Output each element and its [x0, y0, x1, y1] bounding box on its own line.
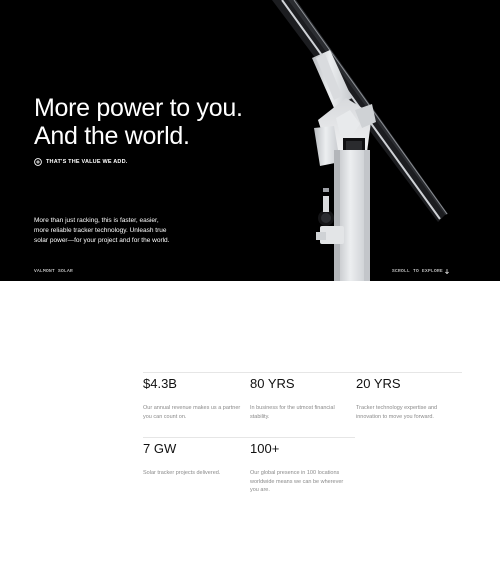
scroll-to-explore-link[interactable]: SCROLL TO EXPLORE — [392, 269, 449, 276]
stat-value: 20 YRS — [356, 376, 401, 391]
stat-value: $4.3B — [143, 376, 177, 391]
stat-value: 7 GW — [143, 441, 177, 456]
hero-section: More power to you. And the world. THAT'S… — [0, 0, 500, 281]
cta-label: THAT'S THE VALUE WE ADD. — [46, 159, 128, 165]
arrow-down-icon — [445, 269, 449, 276]
stat-description: Our annual revenue makes us a partner yo… — [143, 405, 241, 420]
headline-line-2: And the world. — [34, 122, 190, 150]
stat-card: 100+ Our global presence in 100 location… — [250, 441, 350, 495]
circle-plus-icon — [34, 158, 42, 166]
hero-intro-text: More than just racking, this is faster, … — [34, 217, 170, 244]
stats-divider-middle — [143, 437, 355, 438]
brand-label: VALMONT SOLAR — [34, 269, 74, 274]
hero-headline: More power to you. And the world. — [34, 94, 243, 150]
stat-description: Tracker technology expertise and innovat… — [356, 405, 438, 420]
stat-card: 7 GW Solar tracker projects delivered. — [143, 441, 243, 478]
value-cta-link[interactable]: THAT'S THE VALUE WE ADD. — [34, 158, 127, 166]
stats-divider-top — [143, 372, 462, 373]
stat-card: 20 YRS Tracker technology expertise and … — [356, 376, 456, 421]
stat-card: 80 YRS In business for the utmost financ… — [250, 376, 350, 421]
stat-value: 100+ — [250, 441, 280, 456]
stat-description: Solar tracker projects delivered. — [143, 470, 221, 476]
scroll-label: SCROLL TO EXPLORE — [392, 269, 444, 274]
stat-value: 80 YRS — [250, 376, 295, 391]
stat-description: Our global presence in 100 locations wor… — [250, 470, 344, 493]
stat-card: $4.3B Our annual revenue makes us a part… — [143, 376, 243, 421]
stat-description: In business for the utmost financial sta… — [250, 405, 335, 420]
headline-line-1: More power to you. — [34, 94, 243, 122]
